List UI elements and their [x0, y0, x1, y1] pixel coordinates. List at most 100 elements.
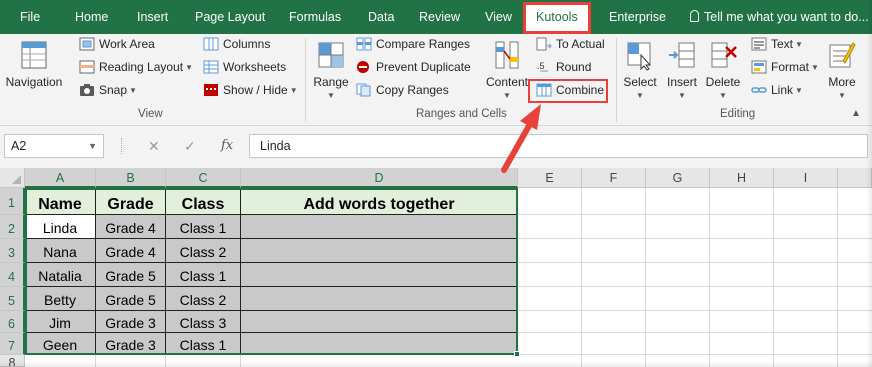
table-cell[interactable]: Nana	[25, 239, 96, 263]
table-cell[interactable]	[241, 239, 518, 263]
copy-ranges-button[interactable]: Copy Ranges	[356, 83, 449, 97]
formula-bar-grip[interactable]	[121, 138, 123, 154]
table-header-cell[interactable]: Grade	[96, 188, 166, 215]
row-header-1[interactable]: 1	[0, 188, 25, 215]
column-header-i[interactable]: I	[774, 168, 838, 188]
table-cell[interactable]: Class 1	[166, 333, 241, 355]
tell-me-text: Tell me what you want to do...	[704, 10, 869, 24]
column-header-c[interactable]: C	[166, 168, 241, 188]
tab-data[interactable]: Data	[368, 0, 394, 34]
table-cell[interactable]	[241, 215, 518, 239]
row-header-5[interactable]: 5	[0, 287, 25, 311]
columns-button[interactable]: Columns	[203, 37, 270, 51]
table-cell[interactable]: Class 3	[166, 311, 241, 333]
tell-me-box[interactable]: Tell me what you want to do...	[690, 0, 869, 34]
snap-button[interactable]: Snap ▼	[79, 83, 137, 97]
insert-function-icon[interactable]: fx	[221, 134, 233, 158]
reading-layout-button[interactable]: Reading Layout ▼	[79, 60, 193, 74]
tab-home[interactable]: Home	[75, 0, 108, 34]
table-header-cell[interactable]: Class	[166, 188, 241, 215]
column-header-h[interactable]: H	[710, 168, 774, 188]
table-cell[interactable]: Grade 4	[96, 239, 166, 263]
spreadsheet-grid: A B C D E F G H I 1 2 3 4 5 6 7 8 Name G…	[0, 168, 872, 367]
prevent-duplicate-button[interactable]: Prevent Duplicate	[356, 60, 471, 74]
table-cell[interactable]: Betty	[25, 287, 96, 311]
table-cell[interactable]	[241, 333, 518, 355]
table-cell[interactable]: Natalia	[25, 263, 96, 287]
delete-label: Delete	[705, 75, 741, 89]
table-cell[interactable]	[241, 287, 518, 311]
select-button[interactable]: Select ▼	[621, 39, 659, 100]
tab-kutools[interactable]: Kutools	[523, 2, 591, 34]
table-cell[interactable]: Jim	[25, 311, 96, 333]
link-button[interactable]: Link ▼	[751, 83, 803, 97]
row-header-3[interactable]: 3	[0, 239, 25, 263]
worksheets-button[interactable]: Worksheets	[203, 60, 286, 74]
round-button[interactable]: .5 Round	[536, 60, 591, 74]
tab-review[interactable]: Review	[419, 0, 460, 34]
cancel-icon[interactable]: ✕	[148, 134, 160, 158]
work-area-button[interactable]: Work Area	[79, 37, 155, 51]
camera-icon	[80, 84, 94, 96]
confirm-icon[interactable]: ✓	[184, 134, 196, 158]
ribbon-tab-bar: File Home Insert Page Layout Formulas Da…	[0, 0, 872, 34]
table-cell[interactable]: Class 1	[166, 263, 241, 287]
table-cell[interactable]: Class 1	[166, 215, 241, 239]
format-button[interactable]: Format ▼	[751, 60, 819, 74]
column-header-d[interactable]: D	[241, 168, 518, 188]
name-box[interactable]: A2 ▼	[4, 134, 104, 158]
table-header-cell[interactable]: Name	[25, 188, 96, 215]
insert-button[interactable]: Insert ▼	[663, 39, 701, 100]
columns-icon	[203, 37, 219, 51]
row-header-7[interactable]: 7	[0, 333, 25, 355]
more-button[interactable]: More ▼	[821, 39, 863, 100]
table-cell[interactable]: Grade 3	[96, 333, 166, 355]
column-header-g[interactable]: G	[646, 168, 710, 188]
tab-enterprise[interactable]: Enterprise	[609, 0, 666, 34]
tab-formulas[interactable]: Formulas	[289, 0, 341, 34]
tab-view[interactable]: View	[485, 0, 512, 34]
table-header-cell[interactable]: Add words together	[241, 188, 518, 215]
tab-file[interactable]: File	[20, 0, 40, 34]
table-cell[interactable]: Geen	[25, 333, 96, 355]
content-label: Content	[485, 75, 529, 89]
fill-handle[interactable]	[514, 351, 520, 357]
select-all-button[interactable]	[0, 168, 25, 188]
column-header-e[interactable]: E	[518, 168, 582, 188]
text-button[interactable]: Text ▼	[751, 37, 803, 51]
row-header-6[interactable]: 6	[0, 311, 25, 333]
navigation-button[interactable]: Navigation	[5, 39, 63, 89]
content-button[interactable]: Content ▼	[482, 39, 532, 100]
column-header-a[interactable]: A	[25, 168, 96, 188]
table-cell[interactable]: Class 2	[166, 287, 241, 311]
table-cell[interactable]: Grade 3	[96, 311, 166, 333]
table-cell[interactable]: Grade 4	[96, 215, 166, 239]
show-hide-button[interactable]: Show / Hide ▼	[203, 83, 298, 97]
column-header-f[interactable]: F	[582, 168, 646, 188]
snap-label: Snap	[99, 83, 128, 97]
row-header-4[interactable]: 4	[0, 263, 25, 287]
table-cell[interactable]	[241, 311, 518, 333]
tab-insert[interactable]: Insert	[137, 0, 168, 34]
tab-page-layout[interactable]: Page Layout	[195, 0, 265, 34]
table-cell[interactable]: Class 2	[166, 239, 241, 263]
table-cell[interactable]: Grade 5	[96, 263, 166, 287]
table-cell[interactable]: Linda	[25, 215, 96, 239]
to-actual-button[interactable]: To Actual	[536, 37, 605, 51]
row-header-2[interactable]: 2	[0, 215, 25, 239]
prevent-duplicate-icon	[357, 61, 369, 73]
delete-button[interactable]: Delete ▼	[703, 39, 743, 100]
compare-ranges-button[interactable]: Compare Ranges	[356, 37, 470, 51]
collapse-ribbon-button[interactable]: ▲	[851, 108, 861, 119]
insert-label: Insert	[666, 75, 697, 89]
compare-ranges-label: Compare Ranges	[376, 37, 471, 51]
chevron-down-icon: ▼	[636, 91, 644, 100]
table-cell[interactable]: Grade 5	[96, 287, 166, 311]
reading-layout-label: Reading Layout	[99, 60, 184, 74]
range-button[interactable]: Range ▼	[310, 39, 352, 100]
columns-label: Columns	[223, 37, 271, 51]
formula-input[interactable]: Linda	[249, 134, 868, 158]
column-header-b[interactable]: B	[96, 168, 166, 188]
svg-text:.5: .5	[537, 61, 545, 71]
table-cell[interactable]	[241, 263, 518, 287]
